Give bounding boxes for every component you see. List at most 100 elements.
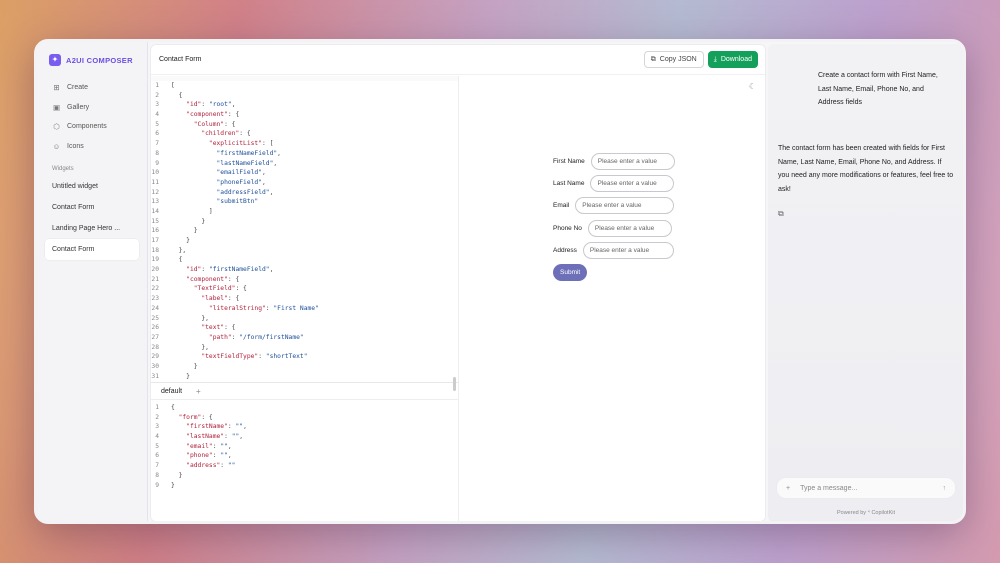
copy-json-label: Copy JSON [659, 56, 697, 63]
code-line: 3 "firstName": "", [155, 423, 247, 431]
tab-default[interactable]: default [161, 388, 182, 395]
sidebar: ✦ A2UI COMPOSER ⊞ Create ▣ Gallery ⬡ Com… [37, 42, 148, 521]
code-line: 23 "label": { [151, 295, 240, 303]
code-line: 5 "Column": { [155, 120, 236, 128]
code-line: 4 "component": { [155, 111, 240, 119]
powered-by: Powered by ⁴ CopilotKit [836, 510, 895, 516]
field-label: Last Name [553, 180, 585, 187]
code-line: 4 "lastName": "", [155, 433, 244, 441]
form-row-phone: Phone No Please enter a value [553, 220, 672, 237]
code-line: 2 "form": { [155, 413, 213, 421]
nav-label: Gallery [67, 103, 90, 111]
box-icon: ⬡ [53, 122, 60, 132]
form-row-first-name: First Name Please enter a value [553, 153, 675, 170]
field-label: Email [553, 202, 570, 209]
form-row-address: Address Please enter a value [553, 242, 674, 259]
code-line: 17 } [151, 237, 190, 244]
download-label: Download [720, 56, 752, 63]
code-line: 1{ [155, 404, 175, 411]
main-header: Contact Form ⧉ Copy JSON ⤓ Download [151, 45, 765, 75]
code-line: 7 "address": "" [155, 462, 236, 470]
preview-pane: ☾ First Name Please enter a value Last N… [460, 76, 765, 521]
last-name-input[interactable]: Please enter a value [590, 175, 675, 192]
code-line: 26 "text": { [151, 324, 236, 332]
component-json-editor[interactable]: 1[ 2 { 3 "id": "root", 4 "component": {5 "C… [151, 76, 458, 382]
widget-item[interactable]: Contact Form [45, 197, 139, 218]
email-input[interactable]: Please enter a value [575, 197, 675, 214]
first-name-input[interactable]: Please enter a value [590, 153, 675, 170]
nav-item-icons[interactable]: ☺ Icons [45, 137, 139, 157]
main-panel: Contact Form ⧉ Copy JSON ⤓ Download 1[ 2 … [150, 44, 766, 521]
phone-input[interactable]: Please enter a value [587, 220, 672, 237]
widget-item[interactable]: Untitled widget [45, 176, 139, 197]
page-title: Contact Form [159, 56, 202, 63]
code-line: 16 } [151, 227, 198, 235]
code-line: 2 { [155, 91, 183, 99]
moon-icon[interactable]: ☾ [749, 82, 756, 91]
code-line: 12 "addressField", [151, 188, 274, 196]
brand[interactable]: ✦ A2UI COMPOSER [49, 54, 135, 66]
code-line: 1[ [155, 82, 175, 89]
download-button[interactable]: ⤓ Download [707, 51, 758, 68]
code-line: 11 "phoneField", [151, 178, 266, 186]
code-line: 10 "emailField", [151, 169, 266, 177]
address-input[interactable]: Please enter a value [582, 242, 674, 259]
chat-panel: Create a contact form with First Name, L… [768, 44, 963, 521]
code-line: 13 "submitBtn" [151, 198, 259, 206]
chat-input[interactable]: + Type a message... ↑ [776, 477, 956, 499]
code-line: 8 } [155, 471, 183, 479]
nav-label: Components [67, 123, 107, 131]
smile-icon: ☺ [52, 141, 61, 151]
code-line: 21 "component": { [151, 275, 240, 283]
code-line: 9 "lastNameField", [155, 159, 278, 167]
add-tab-icon[interactable]: + [196, 387, 201, 396]
resize-handle[interactable] [453, 377, 456, 391]
image-icon: ▣ [52, 102, 61, 112]
app-name: A2UI COMPOSER [66, 55, 133, 65]
code-line: 7 "explicitList": [ [155, 140, 274, 148]
code-line: 3 "id": "root", [155, 101, 236, 109]
data-tabbar: default + [151, 382, 458, 400]
code-line: 6 "children": { [155, 130, 251, 138]
code-line: 22 "TextField": { [151, 285, 247, 293]
form-row-last-name: Last Name Please enter a value [553, 175, 675, 192]
nav-item-create[interactable]: ⊞ Create [45, 78, 139, 98]
download-icon: ⤓ [713, 55, 717, 63]
code-line: 29 "textFieldType": "shortText" [151, 353, 308, 361]
code-line: 24 "literalString": "First Name" [151, 304, 319, 312]
widget-item-active[interactable]: Contact Form [45, 239, 139, 260]
copy-message-icon[interactable]: ⧉ [778, 209, 784, 219]
nav-label: Create [67, 84, 89, 92]
code-line: 6 "phone": "", [155, 452, 232, 460]
code-line: 5 "email": "", [155, 442, 232, 450]
code-line: 27 "path": "/form/firstName" [151, 333, 304, 341]
send-icon[interactable]: ↑ [943, 485, 947, 492]
widgets-section-label: Widgets [52, 166, 74, 172]
add-attachment-icon[interactable]: + [786, 485, 790, 492]
field-label: Address [553, 247, 577, 254]
code-line: 8 "firstNameField", [155, 149, 281, 157]
code-line: 14 ] [151, 207, 213, 215]
editor-pane: 1[ 2 { 3 "id": "root", 4 "component": {5 "C… [151, 76, 459, 521]
submit-button[interactable]: Submit [553, 264, 588, 281]
nav-item-gallery[interactable]: ▣ Gallery [45, 98, 139, 118]
code-line: 19 { [151, 256, 183, 264]
field-label: First Name [553, 158, 585, 165]
code-line: 15 } [151, 217, 206, 225]
assistant-message: The contact form has been created with f… [778, 145, 954, 193]
widget-item[interactable]: Landing Page Hero ... [45, 218, 139, 239]
nav-label: Icons [67, 142, 84, 150]
code-line: 18 }, [151, 246, 187, 254]
app-logo-icon: ✦ [49, 54, 61, 66]
chat-input-placeholder: Type a message... [800, 484, 858, 492]
copy-json-button[interactable]: ⧉ Copy JSON [643, 51, 704, 68]
data-json-editor[interactable]: 1{ 2 "form": { 3 "firstName": "", 4 "lastNa… [151, 400, 458, 490]
code-line: 20 "id": "firstNameField", [151, 266, 274, 274]
copy-icon: ⧉ [650, 55, 656, 63]
code-line: 25 }, [151, 314, 209, 322]
nav-item-components[interactable]: ⬡ Components [45, 117, 139, 137]
plus-square-icon: ⊞ [53, 83, 60, 93]
code-line: 30 } [151, 362, 198, 370]
code-line: 28 }, [151, 343, 209, 351]
form-row-email: Email Please enter a value [553, 197, 675, 214]
